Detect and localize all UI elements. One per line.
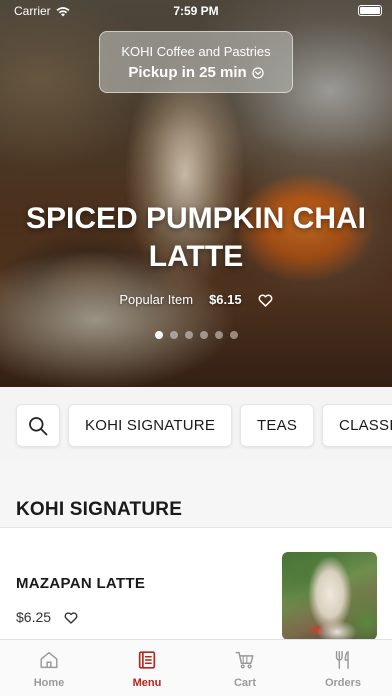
category-scroll[interactable]: KOHI SIGNATURE TEAS CLASSICS — [16, 404, 392, 447]
carousel-dot[interactable] — [184, 331, 193, 339]
category-chip-classics[interactable]: CLASSICS — [322, 404, 392, 447]
item-price: $6.25 — [16, 609, 52, 625]
tab-label-cart: Cart — [233, 677, 256, 689]
section-header: KOHI SIGNATURE — [0, 461, 392, 528]
carousel-dot[interactable] — [169, 331, 178, 339]
home-icon — [40, 651, 58, 669]
carousel-dot[interactable] — [229, 331, 238, 339]
status-time: 7:59 PM — [173, 4, 219, 18]
category-chip-teas[interactable]: TEAS — [240, 404, 315, 447]
battery-level — [360, 7, 380, 14]
cart-icon — [235, 651, 254, 669]
status-bar: Carrier 7:59 PM — [0, 0, 392, 22]
tab-label-menu: Menu — [132, 677, 162, 689]
item-price-row: $6.25 — [16, 609, 78, 625]
tab-cart[interactable]: Cart — [196, 640, 294, 696]
hero-meta: Popular Item $6.15 — [0, 292, 392, 307]
hero-banner[interactable]: Carrier 7:59 PM KOHI Coffee and Pastries… — [0, 0, 392, 387]
tab-orders[interactable]: Orders — [294, 640, 392, 696]
carousel-dots[interactable] — [0, 331, 392, 339]
menu-book-icon — [138, 651, 156, 669]
pickup-time: Pickup in 25 min — [128, 64, 247, 81]
tab-menu[interactable]: Menu — [98, 640, 196, 696]
tab-label-home: Home — [33, 677, 65, 689]
carousel-dot[interactable] — [154, 331, 163, 339]
tab-bar: Home Menu Cart Orders — [0, 639, 392, 696]
chevron-down-circle-icon — [252, 66, 264, 79]
carousel-dot[interactable] — [214, 331, 223, 339]
pickup-selector[interactable]: KOHI Coffee and Pastries Pickup in 25 mi… — [99, 31, 293, 93]
tab-label-orders: Orders — [324, 677, 362, 689]
category-bar: KOHI SIGNATURE TEAS CLASSICS — [0, 387, 392, 461]
carousel-dot[interactable] — [199, 331, 208, 339]
item-photo — [282, 552, 377, 640]
heart-icon[interactable] — [258, 293, 273, 307]
utensils-icon — [335, 651, 349, 669]
battery-icon — [358, 5, 382, 16]
tab-home[interactable]: Home — [0, 640, 98, 696]
search-button[interactable] — [16, 404, 60, 447]
menu-item-card[interactable]: MAZAPAN LATTE $6.25 — [0, 529, 392, 640]
hero-tag: Popular Item — [119, 292, 194, 307]
category-chip-kohi-signature[interactable]: KOHI SIGNATURE — [68, 404, 233, 447]
hero-title: SPICED PUMPKIN CHAI LATTE — [25, 202, 367, 273]
store-name: KOHI Coffee and Pastries — [121, 44, 271, 59]
hero-price: $6.15 — [209, 292, 242, 307]
search-icon — [29, 416, 48, 435]
section-title: KOHI SIGNATURE — [16, 499, 183, 520]
item-name: MAZAPAN LATTE — [16, 575, 146, 592]
pickup-time-row: Pickup in 25 min — [100, 64, 292, 81]
heart-icon[interactable] — [64, 611, 78, 624]
